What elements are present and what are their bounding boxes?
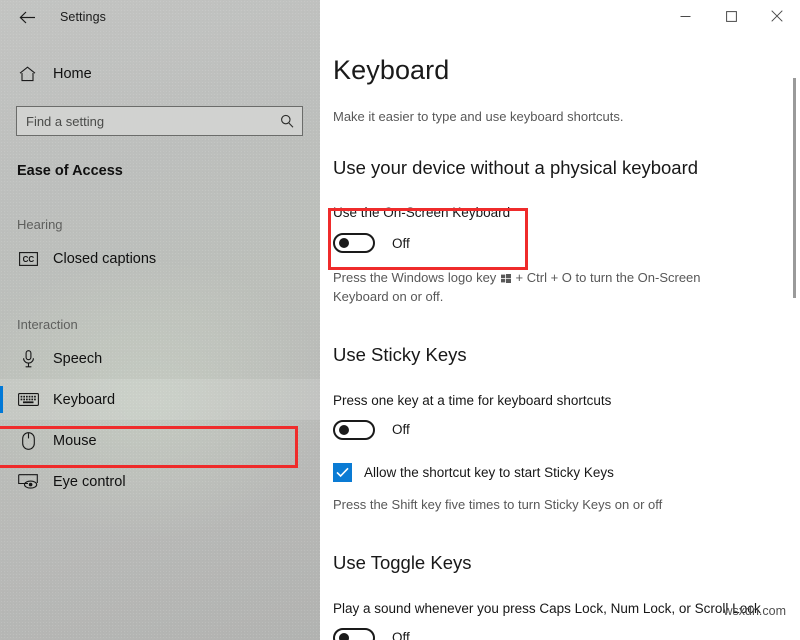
sidebar-item-label: Keyboard [53,391,116,408]
sticky-keys-toggle[interactable] [333,419,375,440]
close-button[interactable] [754,0,800,32]
app-title: Settings [60,10,106,24]
sticky-keys-toggle-state: Off [392,422,410,438]
eye-control-icon [17,472,39,492]
sticky-keys-hint: Press the Shift key five times to turn S… [333,496,663,512]
toggle-knob [339,238,349,248]
category-title: Ease of Access [17,163,123,179]
settings-window: Settings Home Ease [0,0,800,640]
sidebar-item-speech[interactable]: Speech [0,338,320,379]
section-heading-toggle-keys: Use Toggle Keys [333,551,472,573]
search-icon[interactable] [280,114,294,128]
search-input[interactable] [17,107,302,135]
svg-text:CC: CC [22,255,34,264]
sidebar: Settings Home Ease [0,0,320,640]
sticky-keys-shortcut-label: Allow the shortcut key to start Sticky K… [364,464,614,480]
sidebar-titlebar: Settings [0,0,320,34]
sidebar-item-label: Speech [53,350,103,367]
keyboard-icon [17,390,39,410]
hint-text-before: Press the Windows logo key [333,270,497,285]
sidebar-item-closed-captions[interactable]: CC Closed captions [0,238,320,279]
sidebar-item-keyboard[interactable]: Keyboard [0,379,320,420]
watermark: wsxdn.com [723,604,786,618]
sticky-keys-label: Press one key at a time for keyboard sho… [333,392,612,408]
main-content: Keyboard Make it easier to type and use … [320,55,800,640]
onscreen-keyboard-label: Use the On-Screen Keyboard [333,205,511,220]
onscreen-keyboard-toggle-row: Off [333,233,800,253]
window-controls [320,0,800,32]
sticky-keys-toggle-row: Off [333,419,800,440]
sidebar-item-mouse[interactable]: Mouse [0,420,320,461]
sidebar-group-hearing: Hearing [17,217,63,232]
sidebar-item-label: Closed captions [53,250,157,267]
toggle-knob [339,424,349,435]
minimize-button[interactable] [662,0,708,32]
section-heading-physical-keyboard: Use your device without a physical keybo… [333,157,699,178]
toggle-keys-toggle[interactable] [333,627,375,640]
back-arrow-icon[interactable] [10,2,44,32]
sidebar-item-label: Mouse [53,432,97,449]
microphone-icon [17,349,39,369]
closed-captions-icon: CC [17,249,39,269]
sidebar-item-label: Eye control [53,473,126,490]
mouse-icon [17,431,39,451]
home-label: Home [53,66,92,82]
scrollbar-track[interactable] [792,78,797,640]
scrollbar-thumb[interactable] [793,78,796,298]
search-container [16,106,303,136]
main-panel: Keyboard Make it easier to type and use … [320,0,800,640]
toggle-keys-toggle-state: Off [392,630,410,640]
section-heading-sticky-keys: Use Sticky Keys [333,343,467,365]
home-icon [17,64,37,84]
sticky-keys-shortcut-checkbox-row[interactable]: Allow the shortcut key to start Sticky K… [333,462,800,482]
toggle-keys-toggle-row: Off [333,627,800,640]
search-box[interactable] [16,106,303,136]
windows-logo-key-icon [500,270,511,283]
maximize-button[interactable] [708,0,754,32]
onscreen-keyboard-toggle[interactable] [333,233,375,253]
sidebar-item-eye-control[interactable]: Eye control [0,461,320,502]
toggle-knob [339,632,349,640]
sticky-keys-shortcut-checkbox[interactable] [333,462,352,482]
page-title: Keyboard [333,55,450,85]
sidebar-group-interaction: Interaction [17,317,78,332]
sidebar-item-home[interactable]: Home [0,55,320,93]
onscreen-keyboard-toggle-state: Off [392,235,410,251]
onscreen-keyboard-hint: Press the Windows logo key + Ctrl + O to… [333,269,733,307]
page-subtitle: Make it easier to type and use keyboard … [333,109,624,124]
